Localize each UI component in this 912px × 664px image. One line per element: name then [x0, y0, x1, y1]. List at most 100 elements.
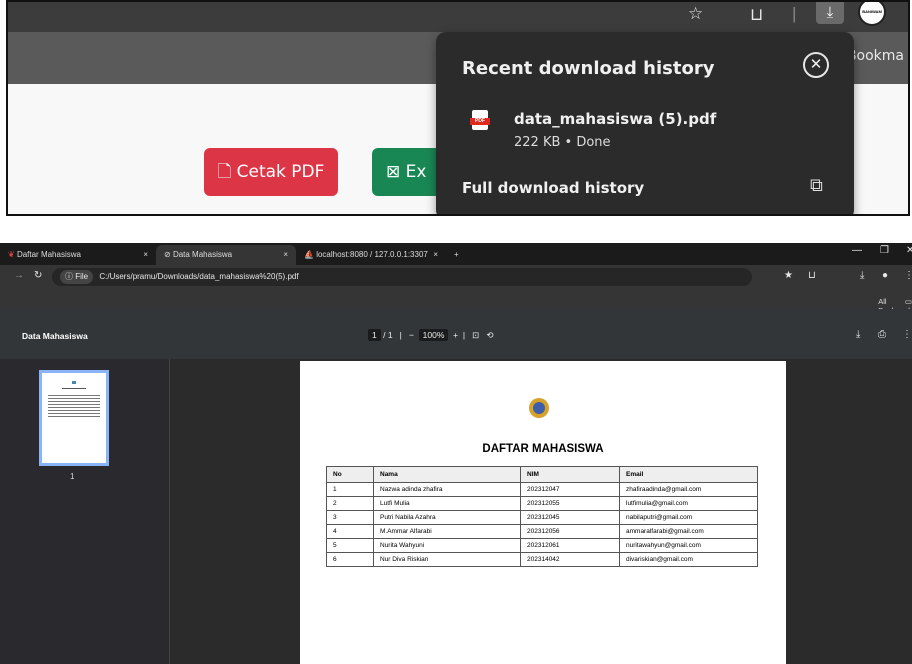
table-cell: Nazwa adinda zhafira [373, 482, 521, 497]
avatar[interactable]: BANIWAM [858, 2, 886, 26]
extensions-icon[interactable]: ⊔ [750, 5, 763, 25]
table-cell: 3 [326, 510, 374, 525]
reload-icon[interactable]: ↻ [34, 270, 42, 281]
table-row: 5 Nurita Wahyuni 202312061 nuritawahyun@gma… [326, 538, 758, 553]
divider: | [792, 4, 797, 23]
download-icon[interactable]: ⤓ [816, 2, 844, 24]
table-cell: Nurita Wahyuni [373, 538, 521, 553]
new-tab-button[interactable]: + [446, 245, 466, 265]
page-total: / 1 [383, 330, 393, 340]
pdf-browser-window: ❦ Daftar Mahasiswa × ⊘ Data Mahasiswa × … [0, 243, 912, 664]
table-row: 1 Nazwa adinda zhafira 202312047 zhafiraadi… [326, 482, 758, 497]
zoom-in-icon[interactable]: + [453, 330, 458, 340]
url-input[interactable]: ⓘ File C:/Users/pramu/Downloads/data_mah… [52, 268, 752, 286]
table-row: 2 Lutfi Mulia 202312055 lutfimulia@gmail.co… [326, 496, 758, 511]
close-icon[interactable]: ✕ [803, 52, 829, 78]
tab-phpmyadmin[interactable]: ⛵ localhost:8080 / 127.0.0.1:3307 × [296, 245, 446, 265]
table-cell: 6 [326, 552, 374, 567]
maximize-icon[interactable]: ❐ [880, 245, 889, 256]
tab-strip: ❦ Daftar Mahasiswa × ⊘ Data Mahasiswa × … [0, 243, 912, 265]
full-download-history-link[interactable]: Full download history [462, 179, 644, 197]
tab-label: localhost:8080 / 127.0.0.1:3307 [316, 250, 428, 259]
table-cell: 202312056 [520, 524, 620, 539]
download-file-meta: 222 KB • Done [514, 135, 611, 150]
table-cell: lutfimulia@gmail.com [619, 496, 758, 511]
site-info-chip[interactable]: ⓘ File [60, 270, 94, 284]
tab-label: Data Mahasiswa [172, 250, 233, 259]
table-cell: divariskian@gmail.com [619, 552, 758, 567]
pdf-page-controls: 1 / 1 | − 100% + | ⊡ ⟲ [368, 329, 493, 341]
table-cell: 5 [326, 538, 374, 553]
university-logo-icon [529, 398, 549, 418]
pdf-viewer-area: DAFTAR MAHASISWA No Nama NIM Email 1 Nazwa a… [170, 359, 912, 664]
cetak-pdf-button[interactable]: 🗋 Cetak PDF [204, 148, 338, 196]
table-cell: ammaralfarabi@gmail.com [619, 524, 758, 539]
popup-title: Recent download history [462, 58, 715, 79]
table-cell: Putri Nabila Azahra [373, 510, 521, 525]
table-cell: 1 [326, 482, 374, 497]
phpmyadmin-icon: ⛵ [304, 250, 314, 259]
menu-icon[interactable]: ⋮ [904, 270, 912, 281]
bookmarks-label[interactable]: Bookma [847, 48, 904, 64]
tab-close-icon[interactable]: × [433, 245, 438, 265]
page-thumbnail[interactable] [39, 370, 109, 466]
table-header-row: No Nama NIM Email [326, 466, 758, 483]
column-header: Email [619, 466, 758, 483]
minimize-icon[interactable]: — [852, 245, 862, 256]
tab-label: Daftar Mahasiswa [16, 250, 81, 259]
zoom-out-icon[interactable]: − [409, 330, 414, 340]
export-excel-label: Ex [405, 162, 427, 182]
tab-daftar-mahasiswa[interactable]: ❦ Daftar Mahasiswa × [0, 245, 156, 265]
pdf-document-title: Data Mahasiswa [22, 331, 88, 341]
file-chip-label: File [75, 272, 89, 281]
close-window-icon[interactable]: ✕ [906, 245, 912, 256]
tab-close-icon[interactable]: × [283, 245, 288, 265]
table-cell: Lutfi Mulia [373, 496, 521, 511]
pdf-icon: PDF [470, 110, 490, 130]
print-icon[interactable]: ⎙ [878, 329, 886, 340]
more-options-icon[interactable]: ⋮ [902, 329, 912, 340]
table-row: 6 Nur Diva Riskian 202314042 divariskian@gm… [326, 552, 758, 567]
column-header: No [326, 466, 374, 483]
table-cell: 202312061 [520, 538, 620, 553]
info-icon: ⓘ [65, 272, 73, 281]
table-cell: 202314042 [520, 552, 620, 567]
thumbnail-page-number: 1 [70, 472, 75, 481]
table-cell: 4 [326, 524, 374, 539]
table-cell: zhafiraadinda@gmail.com [619, 482, 758, 497]
bookmarks-bar: ▭ All Bookmark [0, 289, 912, 315]
fit-page-icon[interactable]: ⊡ [472, 330, 479, 340]
tab-data-mahasiswa[interactable]: ⊘ Data Mahasiswa × [156, 245, 296, 265]
table-cell: nuritawahyun@gmail.com [619, 538, 758, 553]
mahasiswa-table: No Nama NIM Email 1 Nazwa adinda zhafira 2023… [326, 466, 758, 567]
download-icon[interactable]: ⤓ [856, 329, 860, 340]
table-row: 3 Putri Nabila Azahra 202312045 nabilaputri… [326, 510, 758, 525]
thumbnail-sidebar: 1 [0, 359, 170, 664]
url-text: C:/Users/pramu/Downloads/data_mahasiswa%… [99, 272, 299, 281]
rotate-icon[interactable]: ⟲ [486, 330, 493, 340]
star-icon[interactable]: ☆ [688, 4, 703, 24]
tab-close-icon[interactable]: × [143, 245, 148, 265]
forward-icon[interactable]: → [14, 270, 24, 281]
download-history-popup: Recent download history ✕ PDF data_mahas… [436, 32, 854, 214]
excel-file-icon: ⊠ [386, 162, 401, 182]
download-icon[interactable]: ⤓ [860, 270, 864, 281]
extensions-icon[interactable]: ⊔ [808, 270, 816, 281]
document-heading: DAFTAR MAHASISWA [482, 443, 604, 455]
page-number-input[interactable]: 1 [368, 329, 381, 341]
pdf-icon-text: PDF [470, 118, 490, 125]
star-icon[interactable]: ★ [784, 270, 793, 281]
app-favicon-icon: ❦ [8, 250, 15, 259]
pdf-toolbar: Data Mahasiswa 1 / 1 | − 100% + | ⊡ ⟲ ⤓ … [0, 309, 912, 359]
avatar[interactable]: ● [882, 270, 888, 281]
table-body: 1 Nazwa adinda zhafira 202312047 zhafiraadi… [326, 482, 758, 567]
zoom-input[interactable]: 100% [418, 329, 449, 341]
table-cell: 2 [326, 496, 374, 511]
pdf-page: DAFTAR MAHASISWA No Nama NIM Email 1 Nazwa a… [300, 361, 786, 664]
table-cell: M.Ammar Alfarabi [373, 524, 521, 539]
table-row: 4 M.Ammar Alfarabi 202312056 ammaralfarabi@… [326, 524, 758, 539]
column-header: NIM [520, 466, 620, 483]
download-file-name[interactable]: data_mahasiswa (5).pdf [514, 110, 716, 128]
table-cell: 202312055 [520, 496, 620, 511]
open-external-icon[interactable]: ⧉ [810, 175, 823, 196]
